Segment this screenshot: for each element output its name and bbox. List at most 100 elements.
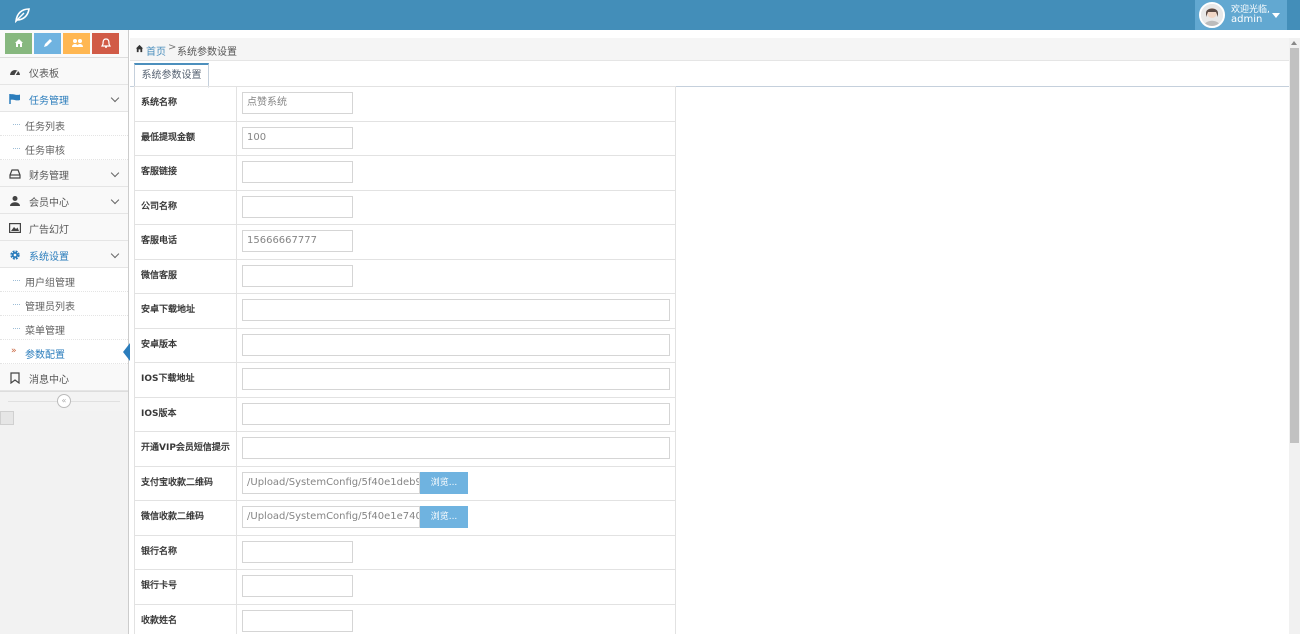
- wechat-service-input[interactable]: [242, 264, 353, 287]
- android-url-input[interactable]: [242, 299, 670, 321]
- home-icon: [15, 39, 23, 47]
- gear-icon: [10, 250, 20, 260]
- ios-url-input[interactable]: [242, 368, 670, 390]
- users-icon: [72, 39, 83, 47]
- vip-sms-input[interactable]: [242, 437, 670, 459]
- service-link-input[interactable]: [242, 161, 353, 183]
- form-row-min-withdraw: 最低提现金额 100: [134, 120, 676, 156]
- service-phone-input[interactable]: 15666667777: [242, 230, 353, 252]
- form-row-android-version: 安卓版本: [134, 327, 676, 363]
- picture-icon: [9, 223, 21, 234]
- min-withdraw-input[interactable]: 100: [242, 126, 353, 149]
- sidebar-item-tasks[interactable]: 任务管理: [0, 85, 128, 112]
- alipay-qr-browse-button[interactable]: 浏览...: [420, 471, 468, 494]
- chevron-down-icon: [110, 93, 120, 103]
- sidebar-collapse-button[interactable]: «: [57, 394, 71, 408]
- form-label: 安卓版本: [134, 327, 237, 363]
- pencil-icon: [44, 39, 52, 47]
- form-label: 安卓下载地址: [134, 293, 237, 329]
- sidebar: 仪表板 任务管理 任务列表 任务审核 财务管理 会员中心 广告幻灯 系统设置 用…: [0, 30, 130, 634]
- chevron-down-icon: [110, 195, 120, 205]
- wechat-qr-path-input[interactable]: /Upload/SystemConfig/5f40e1e74080: [242, 506, 420, 528]
- shortcut-home-button[interactable]: [5, 33, 32, 54]
- sidebar-collapse-row: «: [0, 391, 128, 411]
- scroll-up-arrow-icon[interactable]: [1291, 41, 1297, 45]
- shortcut-bell-button[interactable]: [92, 33, 119, 54]
- form-row-bank-card: 银行卡号: [134, 569, 676, 605]
- top-navbar: 欢迎光临, admin: [0, 0, 1300, 30]
- sidebar-item-settings[interactable]: 系统设置: [0, 241, 128, 268]
- sidebar-item-messages[interactable]: 消息中心: [0, 364, 128, 391]
- sidebar-item-admin-list[interactable]: 管理员列表: [0, 292, 128, 316]
- chevron-down-icon: [110, 249, 120, 259]
- sidebar-item-members[interactable]: 会员中心: [0, 187, 128, 214]
- shortcut-users-button[interactable]: [63, 33, 90, 54]
- breadcrumb-current: 系统参数设置: [177, 47, 237, 58]
- home-icon: [135, 44, 144, 53]
- bookmark-icon: [10, 372, 20, 384]
- breadcrumb: 首页 > 系统参数设置: [130, 38, 1289, 61]
- tasks-submenu: 任务列表 任务审核: [0, 112, 128, 160]
- form-label: 公司名称: [134, 189, 237, 225]
- form-label: 银行名称: [134, 534, 237, 570]
- settings-submenu: 用户组管理 管理员列表 菜单管理 » 参数配置: [0, 268, 130, 364]
- shortcut-bar: [0, 30, 128, 58]
- form-row-ios-version: IOS版本: [134, 396, 676, 432]
- dashboard-icon: [10, 70, 20, 76]
- avatar: [1199, 2, 1225, 28]
- form-row-service-link: 客服链接: [134, 155, 676, 191]
- sidebar-item-menu-management[interactable]: 菜单管理: [0, 316, 128, 340]
- wechat-qr-file-field: /Upload/SystemConfig/5f40e1e74080 浏览...: [242, 506, 675, 530]
- wechat-qr-browse-button[interactable]: 浏览...: [420, 506, 468, 528]
- shortcut-pencil-button[interactable]: [34, 33, 61, 54]
- system-name-input[interactable]: 点赞系统: [242, 92, 353, 114]
- alipay-qr-file-field: /Upload/SystemConfig/5f40e1deb9b9 浏览...: [242, 471, 675, 496]
- form-row-system-name: 系统名称 点赞系统: [134, 86, 676, 122]
- breadcrumb-separator: >: [168, 42, 177, 53]
- android-version-input[interactable]: [242, 333, 670, 356]
- breadcrumb-home-link[interactable]: 首页: [146, 43, 166, 58]
- chevron-down-icon: [110, 168, 120, 178]
- form-row-payee-name: 收款姓名: [134, 603, 676, 634]
- sidebar-item-parameter-config[interactable]: » 参数配置: [0, 340, 130, 364]
- caret-down-icon: [1272, 13, 1280, 18]
- tab-bar: 系统参数设置: [130, 62, 1289, 88]
- sidebar-item-ads[interactable]: 广告幻灯: [0, 214, 128, 241]
- form-label: 收款姓名: [134, 603, 237, 634]
- page-scrollbar[interactable]: [1289, 38, 1300, 634]
- sidebar-item-dashboard[interactable]: 仪表板: [0, 58, 128, 85]
- form-label: 客服电话: [134, 224, 237, 260]
- sidebar-edge-tab[interactable]: [0, 411, 14, 425]
- form-row-service-phone: 客服电话 15666667777: [134, 224, 676, 260]
- form-label: 最低提现金额: [134, 120, 237, 156]
- tab-system-params[interactable]: 系统参数设置: [134, 63, 209, 88]
- sidebar-item-task-review[interactable]: 任务审核: [0, 136, 128, 160]
- form-row-android-url: 安卓下载地址: [134, 293, 676, 329]
- alipay-qr-path-input[interactable]: /Upload/SystemConfig/5f40e1deb9b9: [242, 471, 420, 494]
- bell-icon: [101, 38, 111, 48]
- sidebar-item-user-groups[interactable]: 用户组管理: [0, 268, 128, 292]
- form-label: 微信客服: [134, 258, 237, 294]
- form-label: IOS下载地址: [134, 362, 237, 398]
- sidebar-item-task-list[interactable]: 任务列表: [0, 112, 128, 136]
- form-label: 开通VIP会员短信提示: [134, 431, 237, 467]
- payee-name-input[interactable]: [242, 609, 353, 632]
- form-row-wechat-service: 微信客服: [134, 258, 676, 294]
- form-row-bank-name: 银行名称: [134, 534, 676, 570]
- company-name-input[interactable]: [242, 195, 353, 218]
- settings-form: 系统名称 点赞系统 最低提现金额 100 客服链接 公司名称 客服电话 1566…: [134, 86, 676, 634]
- form-label: IOS版本: [134, 396, 237, 432]
- user-menu[interactable]: 欢迎光临, admin: [1195, 0, 1287, 30]
- sidebar-item-finance[interactable]: 财务管理: [0, 160, 128, 187]
- scrollbar-thumb[interactable]: [1290, 48, 1299, 443]
- form-label: 系统名称: [134, 86, 237, 122]
- form-label: 银行卡号: [134, 569, 237, 605]
- ios-version-input[interactable]: [242, 402, 670, 425]
- bank-card-input[interactable]: [242, 575, 353, 597]
- flag-icon: [9, 94, 20, 104]
- bank-name-input[interactable]: [242, 540, 353, 563]
- form-row-company-name: 公司名称: [134, 189, 676, 225]
- form-row-alipay-qr: 支付宝收款二维码 /Upload/SystemConfig/5f40e1deb9…: [134, 465, 676, 501]
- form-label: 支付宝收款二维码: [134, 465, 237, 501]
- form-row-wechat-qr: 微信收款二维码 /Upload/SystemConfig/5f40e1e7408…: [134, 500, 676, 536]
